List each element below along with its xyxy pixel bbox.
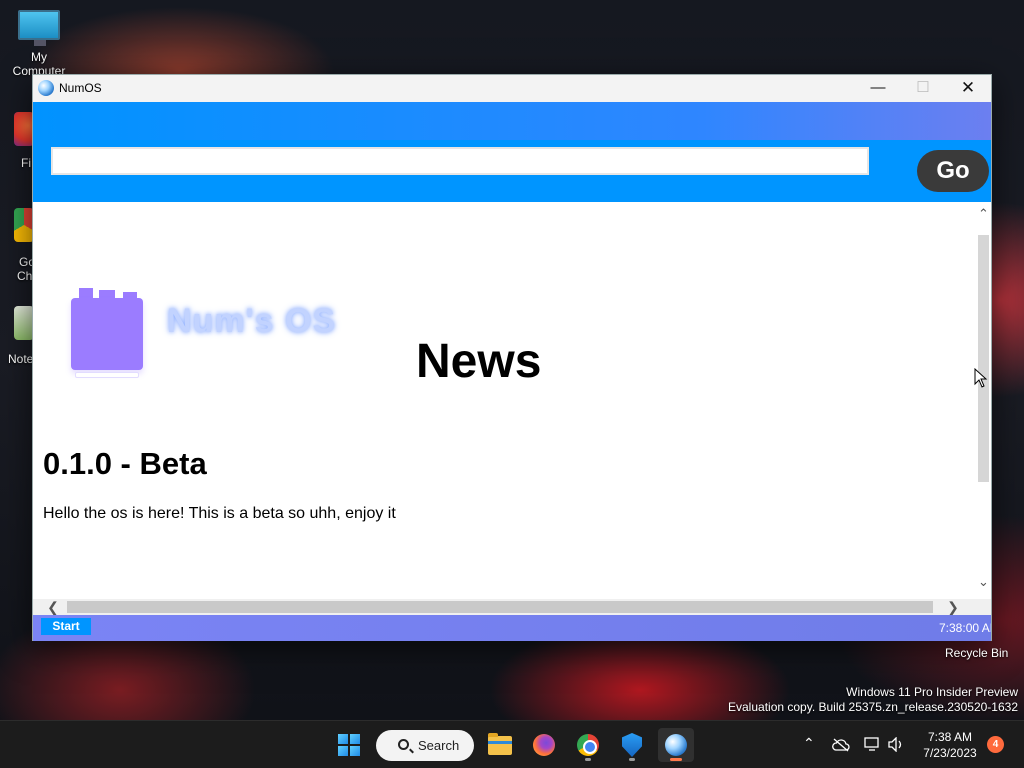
watermark-line: Evaluation copy. Build 25375.zn_release.… — [728, 700, 1018, 714]
watermark-line: Windows 11 Pro Insider Preview — [846, 685, 1018, 699]
vertical-scroll-thumb[interactable] — [978, 235, 989, 482]
numos-logo-icon — [71, 288, 147, 378]
desktop-icon-label: Fi — [21, 156, 31, 170]
top-banner — [33, 102, 991, 140]
vertical-scrollbar[interactable]: ⌃ ⌄ — [976, 202, 991, 599]
file-explorer-button[interactable] — [482, 728, 518, 762]
numos-app-icon — [38, 80, 54, 96]
status-clock: 7:38:00 AM — [939, 621, 991, 635]
maximize-button[interactable]: ☐ — [900, 75, 946, 102]
post-body: Hello the os is here! This is a beta so … — [43, 505, 396, 522]
desktop-icon-label: Note — [8, 352, 34, 366]
clock-time: 7:38 AM — [927, 730, 973, 744]
page-heading: News — [416, 335, 542, 388]
running-indicator — [629, 758, 635, 761]
numos-taskbar-button[interactable] — [658, 728, 694, 762]
network-icon[interactable] — [864, 737, 880, 752]
search-icon — [398, 739, 409, 750]
firefox-shortcut-icon[interactable] — [14, 112, 34, 146]
clock-date: 7/23/2023 — [923, 746, 977, 760]
notepad-shortcut-icon[interactable] — [14, 306, 34, 340]
chrome-button[interactable] — [570, 728, 606, 762]
logo-text: Num's OS — [167, 302, 337, 340]
numos-window: NumOS — ☐ ✕ Go Num's OS News 0.1.0 - Bet… — [32, 74, 992, 641]
folder-icon — [488, 732, 512, 755]
scroll-up-arrow-icon[interactable]: ⌃ — [976, 206, 991, 222]
monitor-icon — [18, 10, 60, 46]
taskbar: Search ⌃ 7:38 AM 7/23/2023 4 — [0, 720, 1024, 768]
taskbar-search-box[interactable]: Search — [376, 730, 474, 761]
url-input[interactable] — [51, 147, 869, 175]
scroll-left-arrow-icon[interactable]: ❮ — [43, 599, 63, 615]
cloud-offline-icon[interactable] — [832, 738, 850, 752]
window-title: NumOS — [59, 81, 102, 95]
defender-button[interactable] — [614, 728, 650, 762]
recycle-bin-label[interactable]: Recycle Bin — [945, 646, 1008, 660]
search-label: Search — [418, 738, 460, 753]
horizontal-scrollbar[interactable]: ❮ ❯ — [33, 599, 991, 615]
scroll-down-arrow-icon[interactable]: ⌄ — [976, 574, 991, 590]
start-menu-button[interactable] — [331, 728, 367, 762]
scroll-right-arrow-icon[interactable]: ❯ — [943, 599, 963, 615]
tray-overflow-chevron-icon[interactable]: ⌃ — [803, 735, 815, 752]
horizontal-scroll-thumb[interactable] — [67, 601, 933, 613]
notification-badge[interactable]: 4 — [987, 736, 1004, 753]
address-toolbar: Go — [33, 140, 991, 202]
firefox-button[interactable] — [526, 728, 562, 762]
numos-app-icon — [665, 734, 687, 756]
window-titlebar[interactable]: NumOS — ☐ ✕ — [33, 75, 991, 102]
minimize-button[interactable]: — — [855, 75, 901, 102]
my-computer-desktop-icon[interactable]: My Computer — [4, 10, 74, 78]
windows-watermark: Windows 11 Pro Insider Preview Evaluatio… — [728, 685, 1018, 715]
close-button[interactable]: ✕ — [945, 75, 991, 102]
shield-icon — [622, 733, 642, 757]
chrome-icon — [577, 734, 599, 756]
post-title: 0.1.0 - Beta — [43, 446, 207, 481]
start-button[interactable]: Start — [41, 618, 91, 635]
windows-logo-icon — [338, 734, 360, 756]
firefox-icon — [533, 734, 555, 756]
chrome-shortcut-icon[interactable] — [14, 208, 34, 242]
page-content: Num's OS News 0.1.0 - Beta Hello the os … — [33, 202, 976, 599]
desktop-icon-label: Ch — [17, 269, 33, 283]
mouse-cursor-icon — [974, 368, 988, 388]
go-button[interactable]: Go — [917, 150, 989, 192]
running-indicator — [585, 758, 591, 761]
app-statusbar: Start 7:38:00 AM — [33, 615, 991, 641]
taskbar-clock[interactable]: 7:38 AM 7/23/2023 — [918, 729, 982, 761]
active-indicator — [670, 758, 682, 761]
volume-icon[interactable] — [888, 737, 904, 752]
